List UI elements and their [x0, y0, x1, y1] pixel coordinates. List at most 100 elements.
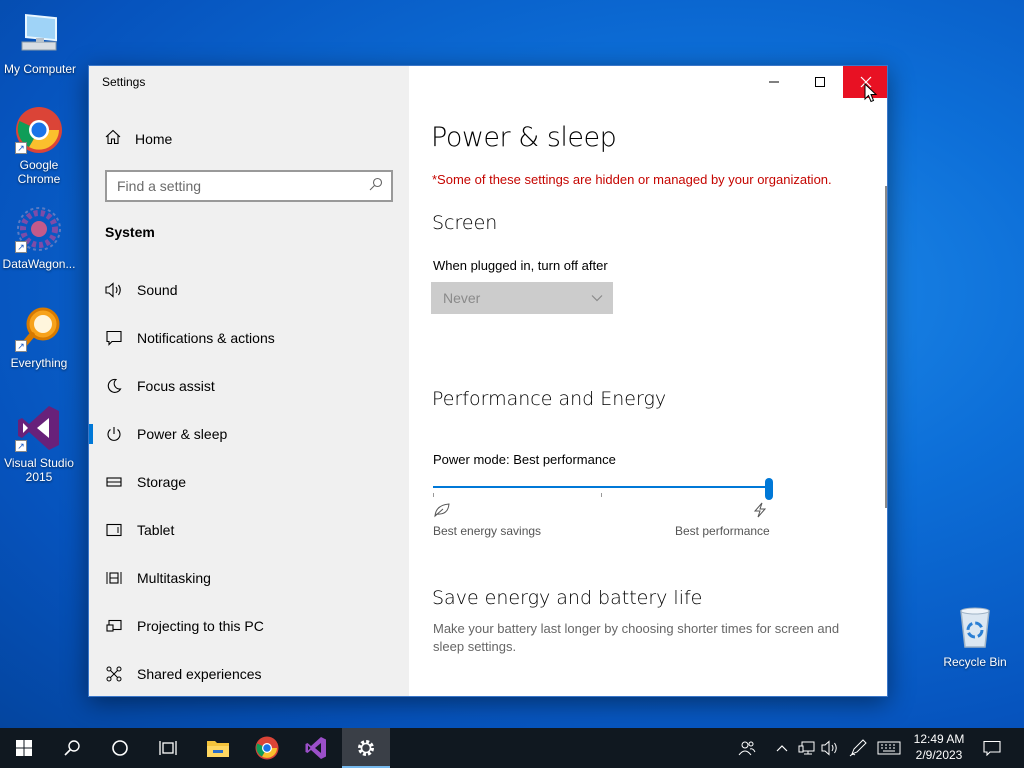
nav-item-tablet[interactable]: Tablet — [89, 506, 409, 554]
nav-item-notifications[interactable]: Notifications & actions — [89, 314, 409, 362]
save-energy-description: Make your battery last longer by choosin… — [433, 621, 840, 654]
mouse-cursor-icon — [864, 83, 878, 103]
desktop-icon-label: My Computer — [3, 62, 77, 76]
nav-item-label: Multitasking — [137, 570, 211, 586]
speaker-icon — [105, 281, 123, 299]
search-taskbar-button[interactable] — [48, 728, 96, 768]
visual-studio-icon — [305, 737, 326, 759]
touch-keyboard-button[interactable] — [876, 728, 902, 768]
search-input[interactable] — [117, 178, 369, 194]
slider-track — [433, 486, 769, 488]
performance-heading: Performance and Energy — [432, 388, 667, 410]
desktop-icon-my-computer[interactable]: My Computer — [0, 10, 80, 76]
nav-item-label: Sound — [137, 282, 178, 298]
save-energy-heading: Save energy and battery life — [432, 587, 703, 609]
nav-item-label: Notifications & actions — [137, 330, 275, 346]
dropdown-value: Never — [443, 290, 481, 306]
desktop-icon-label: Google Chrome — [17, 158, 61, 186]
nav-list: Sound Notifications & actions Focus assi… — [89, 266, 409, 696]
file-explorer-button[interactable] — [194, 728, 242, 768]
visual-studio-icon: ↗ — [15, 404, 63, 452]
chevron-up-icon — [776, 745, 788, 752]
shortcut-arrow-icon: ↗ — [15, 340, 27, 352]
shortcut-arrow-icon: ↗ — [15, 142, 27, 154]
nav-item-storage[interactable]: Storage — [89, 458, 409, 506]
datawagon-icon: ↗ — [15, 205, 63, 253]
computer-icon — [16, 10, 64, 58]
desktop-icon-label: Recycle Bin — [943, 655, 1007, 669]
visual-studio-taskbar-button[interactable] — [292, 728, 340, 768]
desktop-icon-label: DataWagon... — [2, 257, 76, 271]
page-title: Power & sleep — [431, 122, 617, 153]
search-icon — [64, 740, 80, 756]
desktop-icon-label: Everything — [10, 356, 68, 370]
search-icon[interactable] — [369, 177, 383, 196]
speaker-icon — [821, 740, 837, 756]
taskbar-clock[interactable]: 12:49 AM 2/9/2023 — [904, 731, 974, 763]
best-performance-label: Best performance — [675, 524, 770, 538]
task-view-button[interactable] — [144, 728, 192, 768]
nav-item-shared-experiences[interactable]: Shared experiences — [89, 650, 409, 696]
desktop-icon-google-chrome[interactable]: ↗ Google Chrome — [0, 106, 79, 186]
network-icon — [798, 741, 815, 755]
slider-thumb[interactable] — [765, 478, 773, 500]
lightning-icon — [753, 502, 767, 523]
nav-item-label: Tablet — [137, 522, 175, 538]
multitasking-icon — [105, 569, 123, 587]
nav-item-projecting[interactable]: Projecting to this PC — [89, 602, 409, 650]
power-mode-slider[interactable] — [433, 478, 773, 500]
chrome-icon — [255, 736, 279, 760]
desktop-icon-everything[interactable]: ↗ Everything — [0, 304, 79, 370]
settings-taskbar-button[interactable] — [342, 728, 390, 768]
nav-home-label: Home — [135, 130, 173, 147]
chevron-down-icon — [591, 295, 603, 302]
window-title: Settings — [102, 75, 146, 89]
slider-tick — [601, 493, 602, 497]
task-view-icon — [159, 741, 177, 755]
nav-item-power-sleep[interactable]: Power & sleep — [89, 410, 409, 458]
leaf-icon — [433, 502, 451, 523]
windows-logo-icon — [16, 740, 32, 756]
people-icon — [738, 741, 756, 756]
content-scrollbar[interactable] — [885, 186, 887, 508]
screen-timeout-dropdown[interactable]: Never — [431, 282, 613, 314]
nav-item-label: Projecting to this PC — [137, 618, 264, 634]
nav-item-focus-assist[interactable]: Focus assist — [89, 362, 409, 410]
volume-button[interactable] — [820, 728, 840, 768]
folder-icon — [207, 741, 229, 757]
nav-item-sound[interactable]: Sound — [89, 266, 409, 314]
screen-heading: Screen — [432, 212, 498, 234]
shortcut-arrow-icon: ↗ — [15, 440, 27, 452]
show-hidden-icons-button[interactable] — [774, 728, 790, 768]
clock-time: 12:49 AM — [913, 732, 965, 746]
best-energy-savings-label: Best energy savings — [433, 524, 542, 538]
recycle-bin-icon — [951, 603, 999, 651]
desktop-icon-visual-studio[interactable]: ↗ Visual Studio 2015 — [0, 404, 79, 484]
magnifier-icon: ↗ — [15, 304, 63, 352]
nav-item-label: Shared experiences — [137, 666, 262, 682]
desktop-icon-datawagon[interactable]: ↗ DataWagon... — [0, 205, 79, 271]
people-button[interactable] — [736, 728, 758, 768]
chrome-taskbar-button[interactable] — [243, 728, 291, 768]
desktop-icon-recycle-bin[interactable]: Recycle Bin — [935, 603, 1015, 669]
settings-nav-pane: Settings Home System Sound Notifications… — [89, 66, 409, 696]
nav-item-label: Focus assist — [137, 378, 215, 394]
action-center-button[interactable] — [978, 728, 1006, 768]
settings-window: Settings Home System Sound Notifications… — [88, 65, 888, 697]
tablet-icon — [105, 521, 123, 539]
nav-home[interactable]: Home — [105, 129, 172, 148]
search-box[interactable] — [105, 170, 393, 202]
network-button[interactable] — [796, 728, 818, 768]
desktop-icon-label: Visual Studio 2015 — [4, 456, 74, 484]
chrome-icon: ↗ — [15, 106, 63, 154]
nav-item-label: Power & sleep — [137, 426, 228, 442]
org-managed-note: *Some of these settings are hidden or ma… — [432, 172, 832, 187]
home-icon — [105, 129, 121, 148]
pen-workspace-button[interactable] — [848, 728, 868, 768]
slider-tick — [433, 493, 434, 497]
nav-item-multitasking[interactable]: Multitasking — [89, 554, 409, 602]
nav-section-title: System — [105, 224, 155, 240]
start-button[interactable] — [0, 728, 48, 768]
cortana-button[interactable] — [96, 728, 144, 768]
settings-content-pane: Power & sleep *Some of these settings ar… — [409, 66, 887, 696]
